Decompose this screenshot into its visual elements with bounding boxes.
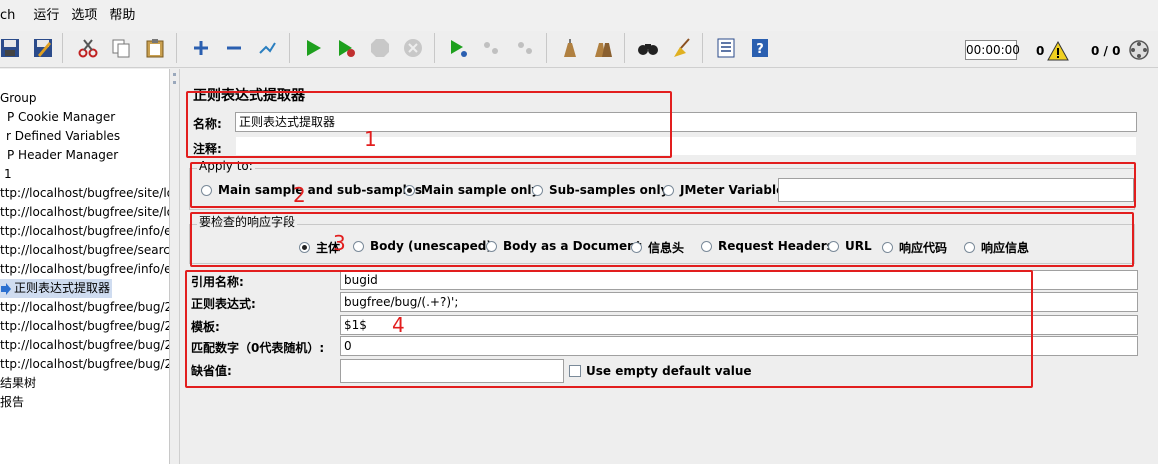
tree-item[interactable]: P Header Manager: [7, 146, 118, 165]
clear-icon[interactable]: [556, 34, 584, 62]
menu-run-partial[interactable]: ch: [0, 0, 21, 31]
tree-item[interactable]: 结果树: [0, 374, 36, 393]
annotation-box-2: [190, 162, 1136, 208]
test-plan-tree: Group P Cookie Manager r Defined Variabl…: [0, 69, 170, 464]
svg-text:?: ?: [756, 42, 764, 57]
tree-item[interactable]: r Defined Variables: [6, 127, 120, 146]
paste-icon[interactable]: [141, 34, 169, 62]
annotation-label-3: 3: [333, 231, 346, 255]
copy-icon[interactable]: [107, 34, 135, 62]
tree-item[interactable]: ttp://localhost/bugfree/bug/2/res: [0, 336, 169, 355]
cut-icon[interactable]: [74, 34, 102, 62]
start-no-pause-icon[interactable]: [332, 34, 360, 62]
menu-run[interactable]: 运行: [21, 0, 65, 31]
clear-all-icon[interactable]: [589, 34, 617, 62]
tree-item[interactable]: ttp://localhost/bugfree/search/u: [0, 241, 169, 260]
annotation-label-1: 1: [364, 127, 377, 151]
annotation-box-4: [185, 270, 1033, 388]
save-as-icon[interactable]: [29, 34, 57, 62]
tree-item[interactable]: ttp://localhost/bugfree/site/login: [0, 184, 169, 203]
remote-start-icon[interactable]: [444, 34, 472, 62]
expand-icon[interactable]: [187, 34, 215, 62]
menu-help[interactable]: 帮助: [103, 0, 141, 31]
reset-search-icon[interactable]: [667, 34, 695, 62]
function-helper-icon[interactable]: [712, 34, 740, 62]
tree-item-label: 正则表达式提取器: [14, 281, 111, 295]
tree-item[interactable]: P Cookie Manager: [7, 108, 115, 127]
collapse-icon[interactable]: [220, 34, 248, 62]
warning-icon[interactable]: [1044, 37, 1072, 65]
help-icon[interactable]: ?: [746, 34, 774, 62]
annotation-label-4: 4: [392, 313, 405, 337]
tree-item[interactable]: Group: [0, 89, 37, 108]
remote-shutdown-icon[interactable]: [511, 34, 539, 62]
tree-item[interactable]: ttp://localhost/bugfree/info/edit: [0, 222, 169, 241]
tree-item[interactable]: ttp://localhost/bugfree/site/login: [0, 203, 169, 222]
stop-icon[interactable]: [366, 34, 394, 62]
splitter[interactable]: [170, 69, 180, 464]
arrow-icon: [1, 283, 11, 295]
save-icon[interactable]: [0, 34, 24, 62]
menu-bar: ch 运行 选项 帮助: [0, 0, 1158, 31]
remote-stop-icon[interactable]: [477, 34, 505, 62]
annotation-box-1: [186, 91, 672, 158]
tree-item[interactable]: 报告: [0, 393, 24, 412]
remote-hosts-icon[interactable]: [1125, 36, 1153, 64]
annotation-label-2: 2: [293, 183, 306, 207]
tree-item[interactable]: ttp://localhost/bugfree/info/edit: [0, 260, 169, 279]
toggle-icon[interactable]: [253, 34, 281, 62]
start-icon[interactable]: [299, 34, 327, 62]
tree-item-selected[interactable]: 正则表达式提取器: [0, 279, 112, 298]
tree-item[interactable]: ttp://localhost/bugfree/bug/2: [0, 355, 169, 374]
thread-count: 0 / 0: [1091, 44, 1121, 58]
search-icon[interactable]: [634, 34, 662, 62]
tree-item[interactable]: 1: [4, 165, 12, 184]
tree-item[interactable]: ttp://localhost/bugfree/bug/2/res: [0, 317, 169, 336]
annotation-box-3: [190, 212, 1134, 267]
tree-item[interactable]: ttp://localhost/bugfree/bug/2: [0, 298, 169, 317]
menu-options[interactable]: 选项: [65, 0, 103, 31]
elapsed-timer: 00:00:00: [965, 40, 1020, 60]
toolbar: ? 00:00:00 0 0 / 0: [0, 31, 1158, 68]
shutdown-icon[interactable]: [399, 34, 427, 62]
